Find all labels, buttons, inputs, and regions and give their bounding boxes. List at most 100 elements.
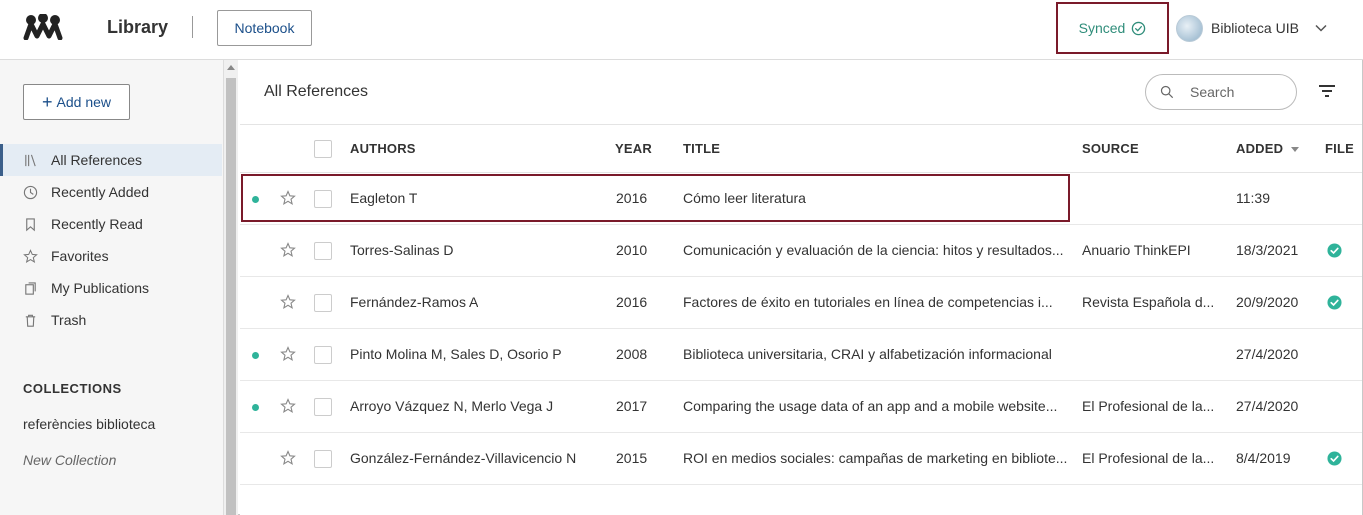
table-row[interactable]: Pinto Molina M, Sales D, Osorio P 2008 Bib… bbox=[240, 329, 1362, 381]
new-collection-link[interactable]: New Collection bbox=[23, 452, 116, 468]
add-new-label: Add new bbox=[56, 94, 111, 110]
mendeley-logo-icon[interactable] bbox=[22, 14, 64, 40]
table-row[interactable]: González-Fernández-Villavicencio N 2015 RO… bbox=[240, 433, 1362, 485]
sidebar-item-label: Trash bbox=[51, 312, 87, 328]
column-header-added[interactable]: ADDED bbox=[1236, 141, 1300, 156]
row-checkbox[interactable] bbox=[314, 190, 332, 208]
column-header-year[interactable]: YEAR bbox=[615, 141, 652, 156]
cell-title: Factores de éxito en tutoriales en línea… bbox=[683, 294, 1053, 310]
unread-dot-icon bbox=[252, 196, 259, 203]
sidebar-item-label: My Publications bbox=[51, 280, 150, 296]
file-attached-check-icon[interactable] bbox=[1327, 243, 1342, 258]
file-attached-check-icon[interactable] bbox=[1327, 295, 1342, 310]
sync-status[interactable]: Synced bbox=[1056, 2, 1169, 54]
table-header: AUTHORS YEAR TITLE SOURCE ADDED FILE bbox=[240, 124, 1362, 173]
publications-icon bbox=[25, 281, 36, 295]
unread-dot-icon bbox=[252, 404, 259, 411]
account-menu[interactable]: Biblioteca UIB bbox=[1176, 14, 1327, 42]
sync-status-label: Synced bbox=[1078, 20, 1126, 36]
cell-added: 20/9/2020 bbox=[1236, 294, 1299, 310]
column-header-authors[interactable]: AUTHORS bbox=[350, 141, 416, 156]
cell-added: 27/4/2020 bbox=[1236, 398, 1299, 414]
sidebar-item-recently-added[interactable]: Recently Added bbox=[0, 176, 222, 208]
app-title: Library bbox=[107, 17, 169, 37]
row-checkbox[interactable] bbox=[314, 398, 332, 416]
row-checkbox[interactable] bbox=[314, 346, 332, 364]
row-checkbox[interactable] bbox=[314, 242, 332, 260]
sidebar-item-recently-read[interactable]: Recently Read bbox=[0, 208, 222, 240]
cell-added: 11:39 bbox=[1236, 190, 1270, 206]
unread-dot-icon bbox=[252, 352, 259, 359]
table-row[interactable]: Arroyo Vázquez N, Merlo Vega J 2017 Compar… bbox=[240, 381, 1362, 433]
cell-title: Cómo leer literatura bbox=[683, 190, 806, 206]
sidebar-scrollbar[interactable] bbox=[224, 60, 238, 515]
row-checkbox[interactable] bbox=[314, 450, 332, 468]
star-icon bbox=[23, 248, 38, 263]
select-all-checkbox[interactable] bbox=[314, 140, 332, 158]
filter-icon[interactable] bbox=[1318, 84, 1336, 98]
file-attached-check-icon[interactable] bbox=[1327, 451, 1342, 466]
cell-year: 2016 bbox=[616, 190, 648, 206]
collections-heading: COLLECTIONS bbox=[23, 381, 122, 396]
cell-authors: González-Fernández-Villavicencio N bbox=[350, 450, 577, 466]
sidebar: + Add new All References Recently Added … bbox=[0, 60, 224, 515]
column-header-source[interactable]: SOURCE bbox=[1082, 141, 1139, 156]
sidebar-item-label: All References bbox=[51, 152, 143, 168]
column-header-file[interactable]: FILE bbox=[1325, 141, 1354, 156]
column-header-added-label: ADDED bbox=[1236, 141, 1284, 156]
cell-source: El Profesional de la... bbox=[1082, 450, 1215, 466]
cell-authors: Fernández-Ramos A bbox=[350, 294, 479, 310]
cell-authors: Pinto Molina M, Sales D, Osorio P bbox=[350, 346, 562, 362]
scroll-thumb[interactable] bbox=[226, 78, 236, 515]
notebook-button[interactable]: Notebook bbox=[217, 10, 312, 46]
top-header: Library Notebook Synced Biblioteca UIB bbox=[0, 0, 1363, 60]
page-title: All References bbox=[264, 83, 369, 100]
sort-descending-icon bbox=[1291, 147, 1300, 153]
cell-added: 8/4/2019 bbox=[1236, 450, 1291, 466]
add-new-button[interactable]: + Add new bbox=[23, 84, 130, 120]
favorite-star-icon[interactable] bbox=[280, 450, 296, 466]
bookmark-icon bbox=[26, 217, 35, 231]
trash-icon bbox=[25, 314, 36, 327]
favorite-star-icon[interactable] bbox=[280, 346, 296, 362]
favorite-star-icon[interactable] bbox=[280, 294, 296, 310]
cell-year: 2017 bbox=[616, 398, 648, 414]
table-row[interactable]: Torres-Salinas D 2010 Comunicación y evalu… bbox=[240, 225, 1362, 277]
chevron-down-icon bbox=[1315, 24, 1327, 32]
collection-item[interactable]: referències biblioteca bbox=[23, 416, 155, 432]
cell-authors: Eagleton T bbox=[350, 190, 418, 206]
cell-title: ROI en medios sociales: campañas de mark… bbox=[683, 450, 1068, 466]
sidebar-item-label: Recently Added bbox=[51, 184, 150, 200]
main-panel: All References AUTHORS YEAR TITLE SOURCE… bbox=[240, 60, 1362, 515]
scroll-up-arrow-icon[interactable] bbox=[227, 65, 235, 70]
library-icon bbox=[25, 154, 36, 166]
plus-icon: + bbox=[42, 92, 53, 112]
cell-source: El Profesional de la... bbox=[1082, 398, 1215, 414]
column-header-title[interactable]: TITLE bbox=[683, 141, 720, 156]
sidebar-item-all-references[interactable]: All References bbox=[0, 144, 222, 176]
clock-icon bbox=[23, 185, 38, 199]
sidebar-item-my-publications[interactable]: My Publications bbox=[0, 272, 222, 304]
account-name: Biblioteca UIB bbox=[1211, 20, 1299, 36]
sidebar-item-trash[interactable]: Trash bbox=[0, 304, 222, 336]
row-checkbox[interactable] bbox=[314, 294, 332, 312]
favorite-star-icon[interactable] bbox=[280, 190, 296, 206]
search-box[interactable] bbox=[1145, 74, 1297, 110]
cell-added: 18/3/2021 bbox=[1236, 242, 1299, 258]
cell-added: 27/4/2020 bbox=[1236, 346, 1299, 362]
sidebar-item-label: Recently Read bbox=[51, 216, 143, 232]
favorite-star-icon[interactable] bbox=[280, 242, 296, 258]
table-row[interactable]: Eagleton T 2016 Cómo leer literatura 11:39 bbox=[240, 173, 1362, 225]
table-row[interactable]: Fernández-Ramos A 2016 Factores de éxito e… bbox=[240, 277, 1362, 329]
cell-title: Comparing the usage data of an app and a… bbox=[683, 398, 1058, 414]
header-divider bbox=[192, 16, 193, 38]
search-input[interactable] bbox=[1188, 83, 1288, 101]
cell-title: Biblioteca universitaria, CRAI y alfabet… bbox=[683, 346, 1052, 362]
sidebar-item-favorites[interactable]: Favorites bbox=[0, 240, 222, 272]
cell-source: Anuario ThinkEPI bbox=[1082, 242, 1191, 258]
check-circle-icon bbox=[1132, 21, 1146, 35]
favorite-star-icon[interactable] bbox=[280, 398, 296, 414]
cell-year: 2010 bbox=[616, 242, 648, 258]
cell-authors: Arroyo Vázquez N, Merlo Vega J bbox=[350, 398, 554, 414]
cell-title: Comunicación y evaluación de la ciencia:… bbox=[683, 242, 1064, 258]
